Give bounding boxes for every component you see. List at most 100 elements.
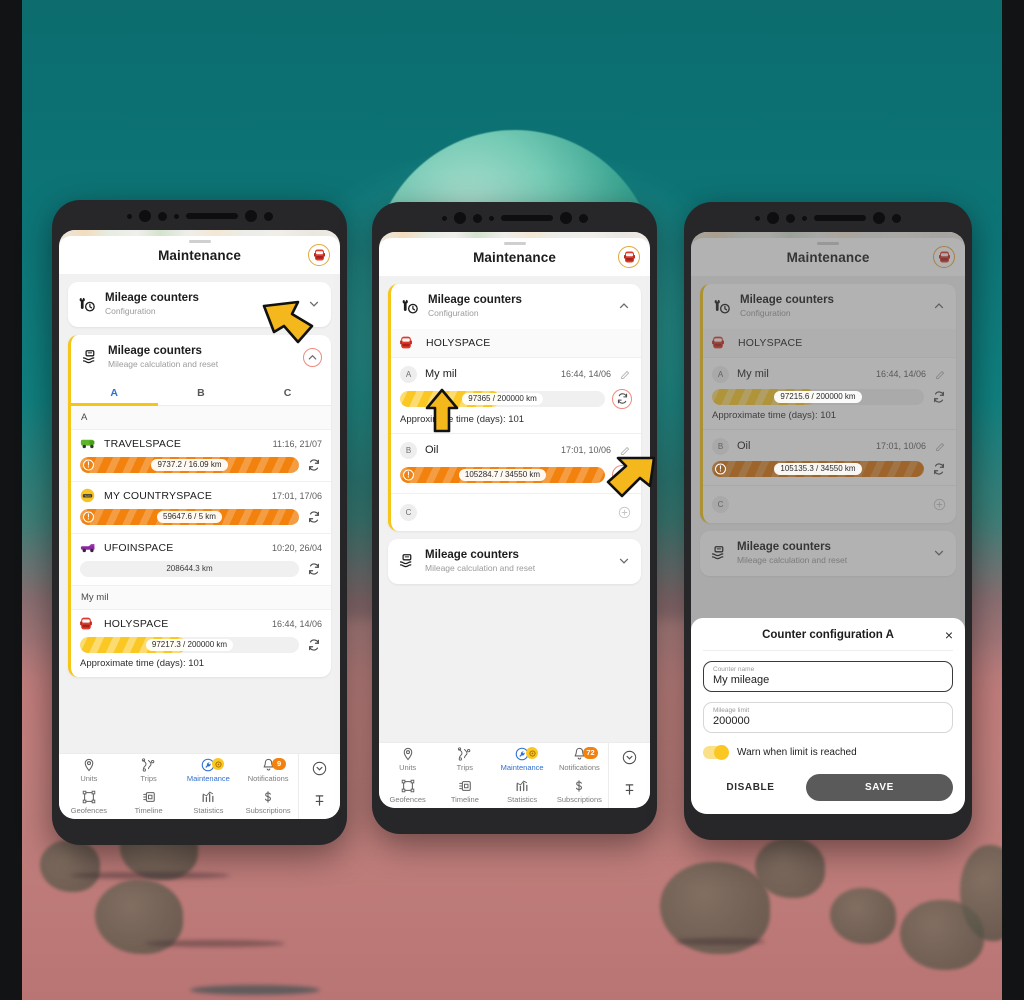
nav-subscriptions[interactable]: Subscriptions [551,776,608,809]
nav-notifications[interactable]: Notifications 72 [551,743,608,776]
nav-maintenance[interactable]: Maintenance [494,743,551,776]
card-mileage-configuration[interactable]: Mileage counters Configuration [68,282,331,327]
warning-icon: ! [83,511,94,523]
counter-badge: A [400,365,417,383]
nav-subscriptions[interactable]: Subscriptions [238,787,298,820]
collapse-chevron-icon[interactable] [622,750,637,770]
card-title: Mileage counters [108,344,202,357]
warn-toggle[interactable] [703,745,729,760]
approximate-time: Approximate time (days): 101 [400,413,525,425]
reset-counter-icon[interactable] [306,562,322,576]
unit-row[interactable]: TAXI MY COUNTRYSPACE 17:01, 17/06 ! 5964… [71,482,331,534]
nav-side-actions[interactable] [608,743,650,808]
tab-a[interactable]: A [71,380,158,405]
pin-tack-icon[interactable] [313,794,326,812]
progress-label: 97365 / 200000 km [462,392,543,405]
bottom-nav-2[interactable]: Units Trips Maintenance Notifications 72… [379,742,650,808]
sheet-grabber[interactable] [188,240,211,243]
edit-pencil-icon[interactable] [619,369,632,380]
counter-configuration-dialog: Counter configuration A × Counter name M… [691,618,965,814]
phone-2-content[interactable]: Mileage counters Configuration HOLYSPACE… [379,276,650,742]
pin-tack-icon[interactable] [623,783,636,801]
warn-toggle-row[interactable]: Warn when limit is reached [703,745,953,760]
collapse-chevron-icon[interactable] [312,761,327,781]
nav-timeline[interactable]: Timeline [119,787,179,820]
add-counter-icon[interactable] [617,506,632,519]
letterbox-right [1002,0,1024,1000]
counter-row-a[interactable]: A My mil 16:44, 14/06 97365 / 200000 km [391,358,641,434]
timeline-icon [142,792,155,803]
counter-row-c[interactable]: C [391,494,641,531]
phone-2: Maintenance Mileage counters Configurati… [372,202,657,834]
field-label: Mileage limit [713,707,750,714]
mileage-limit-field[interactable]: Mileage limit 200000 [703,702,953,733]
reset-counter-icon[interactable] [306,638,322,652]
nav-trips[interactable]: Trips [436,743,493,776]
save-button[interactable]: SAVE [805,774,953,801]
car-icon [313,249,325,261]
reset-counter-icon[interactable] [306,458,322,472]
card-mileage-calculation[interactable]: Mileage counters Mileage calculation and… [68,334,331,677]
tab-c[interactable]: C [244,380,331,405]
reset-counter-icon[interactable] [612,464,632,485]
unit-row[interactable]: TRAVELSPACE 11:16, 21/07 ! 9737.2 / 16.0… [71,430,331,482]
tab-b[interactable]: B [158,380,245,405]
nav-units[interactable]: Units [379,743,436,776]
chart-icon [202,791,214,803]
polygon-icon [82,790,96,804]
unit-row[interactable]: UFOINSPACE 10:20, 26/04 208644.3 km [71,534,331,586]
card-title: Mileage counters [428,294,522,306]
phone-3-screen: Maintenance Mileage counters Configurati… [691,232,965,814]
card-mileage-calculation[interactable]: Mileage counters Mileage calculation and… [388,538,641,584]
nav-statistics[interactable]: Statistics [179,787,239,820]
counter-name-field[interactable]: Counter name My mileage [703,661,953,692]
nav-label: Maintenance [500,762,544,772]
unit-name: UFOINSPACE [104,541,174,554]
vehicle-avatar[interactable] [308,244,330,266]
nav-label: Geofences [70,806,108,816]
phone-1-content[interactable]: Mileage counters Configuration Mileage c… [59,274,340,753]
reset-counter-icon[interactable] [306,510,322,524]
nav-maintenance[interactable]: Maintenance [179,754,239,787]
nav-geofences[interactable]: Geofences [59,787,119,820]
bottom-nav-1[interactable]: Units Trips Maintenance Notifications 9 … [59,753,340,819]
card-mileage-configuration[interactable]: Mileage counters Configuration [388,284,641,531]
car-icon [623,251,635,263]
reset-counter-icon[interactable] [612,388,632,409]
counter-row-b[interactable]: B Oil 17:01, 10/06 ! 105284.7 / 34550 km [391,434,641,494]
nav-statistics[interactable]: Statistics [494,776,551,809]
counter-badge: C [400,503,417,521]
nav-units[interactable]: Units [59,754,119,787]
nav-label: Notifications [558,762,600,772]
vehicle-avatar[interactable] [618,246,640,268]
disable-button[interactable]: DISABLE [703,775,798,800]
chevron-up-icon[interactable] [616,300,632,312]
chevron-up-icon[interactable] [303,347,322,367]
progress-bar: 208644.3 km [80,560,299,577]
nav-trips[interactable]: Trips [119,754,179,787]
warning-icon: ! [715,463,726,475]
nav-notifications[interactable]: Notifications 9 [238,754,298,787]
field-value[interactable]: 200000 [713,715,943,727]
bush-shape [755,838,825,898]
field-label: Counter name [713,666,755,673]
field-value[interactable]: My mileage [713,674,943,686]
nav-geofences[interactable]: Geofences [379,776,436,809]
nav-timeline[interactable]: Timeline [436,776,493,809]
nav-side-actions[interactable] [298,754,340,819]
polygon-icon [401,779,414,793]
status-badge [212,758,225,770]
warning-icon: ! [83,459,94,471]
notifications-badge: 72 [583,747,598,759]
progress-label: 105284.7 / 34550 km [458,468,547,481]
chevron-down-icon[interactable] [306,298,322,310]
sheet-grabber[interactable] [503,242,526,245]
counter-tabs[interactable]: A B C [71,380,331,406]
close-icon[interactable]: × [945,628,953,642]
purple-truck-icon [80,541,97,555]
chevron-down-icon[interactable] [616,555,632,567]
edit-pencil-icon[interactable] [619,445,632,456]
progress-bar: 97217.3 / 200000 km [80,636,299,653]
unit-row[interactable]: HOLYSPACE 16:44, 14/06 97217.3 / 200000 … [71,610,331,677]
progress-label: 59647.6 / 5 km [157,510,222,523]
